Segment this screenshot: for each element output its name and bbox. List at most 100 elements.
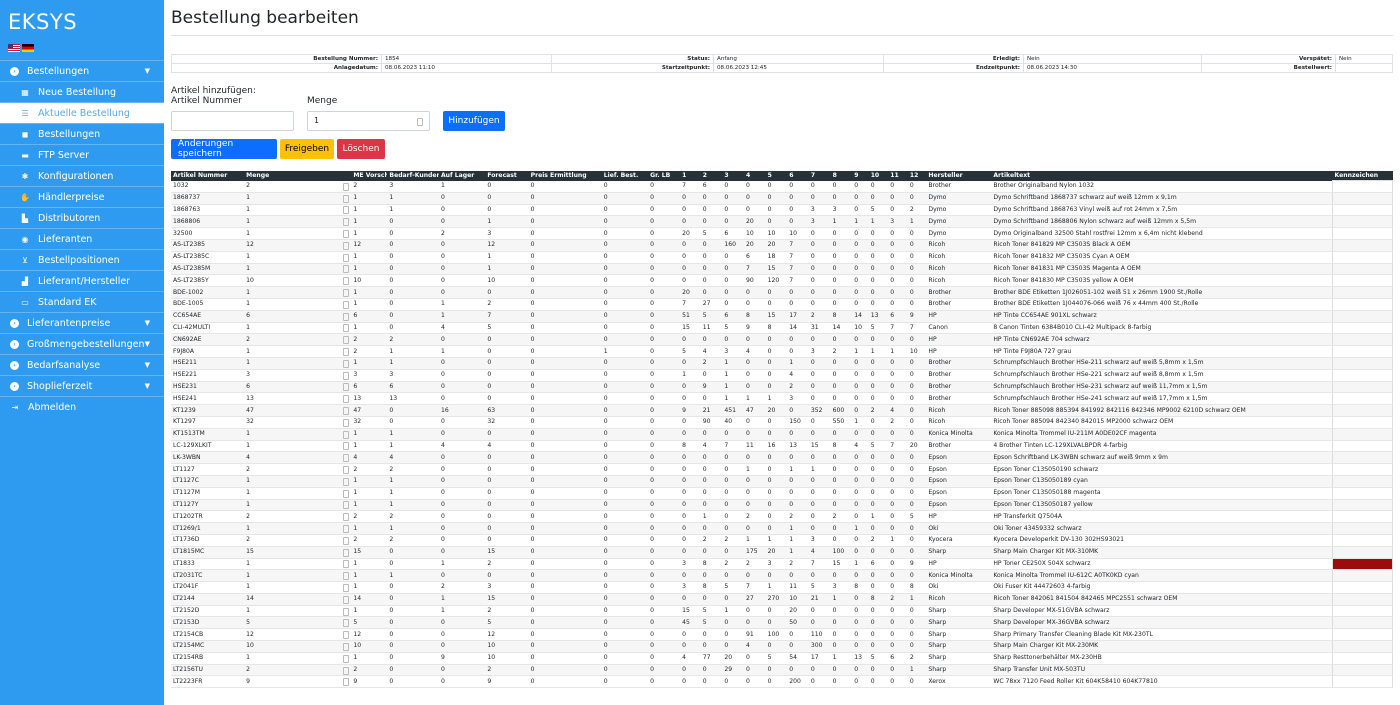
quantity-stepper-cell[interactable] (326, 640, 352, 653)
quantity-cell[interactable]: 2 (244, 664, 327, 677)
table-row[interactable]: 1868737 1 1 1 0 0 0 0 0 0 0 0 0 0 0 0 0 0 0 0 0 Dymo Dymo Schr… (171, 191, 1393, 205)
quantity-stepper-cell[interactable] (326, 652, 352, 665)
delete-button[interactable]: Löschen (337, 139, 385, 159)
stepper-icon[interactable] (343, 572, 350, 581)
quantity-stepper-cell[interactable] (326, 451, 352, 465)
quantity-stepper-cell[interactable] (326, 310, 352, 323)
quantity-cell[interactable]: 12 (244, 239, 327, 252)
stepper-icon[interactable] (343, 560, 350, 569)
column-header[interactable]: Artikel Nummer (171, 171, 245, 181)
table-row[interactable]: LT1833 1 1 0 1 2 0 0 0 3 8 2 2 3 2 7 15 1 6 0 9 HP HP Toner CE… (171, 557, 1393, 571)
quantity-stepper-cell[interactable] (326, 546, 352, 559)
stepper-icon[interactable] (343, 513, 350, 522)
stepper-icon[interactable] (343, 289, 350, 298)
quantity-cell[interactable]: 4 (244, 451, 327, 465)
quantity-cell[interactable]: 15 (244, 546, 327, 559)
table-row[interactable]: CC654AE 6 6 0 1 7 0 0 0 51 5 6 8 15 17 2 8 14 13 6 9 HP HP Tin… (171, 309, 1393, 323)
column-header[interactable]: 11 (888, 171, 908, 181)
quantity-input[interactable]: 1 (307, 111, 430, 131)
quantity-stepper-cell[interactable] (326, 286, 352, 299)
stepper-icon[interactable] (343, 466, 350, 475)
table-row[interactable]: LT2152D 1 1 0 1 2 0 0 0 15 5 1 0 0 20 0 0 0 0 0 0 Sharp Sharp … (171, 604, 1393, 618)
table-row[interactable]: LT2144 14 14 0 1 15 0 0 0 0 0 0 27 270 10 21 1 0 8 2 1 Ricoh R… (171, 592, 1393, 606)
article-number-input[interactable] (171, 111, 294, 131)
column-header[interactable]: 2 (700, 171, 723, 181)
table-row[interactable]: CN692AE 2 2 2 0 0 0 0 0 0 0 0 0 0 0 0 0 0 0 0 0 HP HP Tinte CN… (171, 333, 1393, 347)
column-header[interactable]: 4 (744, 171, 766, 181)
table-row[interactable]: LT1736D 2 2 2 0 0 0 0 0 0 2 2 1 1 1 3 0 0 2 1 0 Kyocera Kyocer… (171, 533, 1393, 547)
quantity-stepper-cell[interactable] (326, 475, 352, 488)
table-row[interactable]: BDE-1005 1 1 0 1 2 0 0 0 7 27 0 0 0 0 0 0 0 0 0 0 Brother Brot… (171, 297, 1393, 311)
quantity-stepper-cell[interactable] (326, 251, 352, 264)
stepper-icon[interactable] (343, 324, 350, 333)
quantity-cell[interactable]: 47 (244, 404, 327, 417)
quantity-stepper-cell[interactable] (326, 404, 352, 417)
stepper-icon[interactable] (343, 489, 350, 498)
column-header[interactable]: Bedarf-Kunden (387, 171, 439, 181)
stepper-icon[interactable] (343, 536, 350, 545)
quantity-stepper-cell[interactable] (326, 392, 352, 406)
sidebar-item-großmengebestellungen[interactable]: › Großmengebestellungen ▼ (0, 333, 164, 354)
sidebar-item-bestellpositionen[interactable]: ⊻ Bestellpositionen (0, 249, 164, 270)
column-header[interactable]: Auf Lager (438, 171, 486, 181)
stepper-icon[interactable] (343, 395, 350, 404)
table-row[interactable]: LT1269/1 1 1 1 0 0 0 0 0 0 0 0 0 0 1 0 0 1 0 0 0 Oki Oki Toner… (171, 522, 1393, 535)
quantity-cell[interactable]: 9 (244, 675, 327, 689)
table-row[interactable]: LT1127Y 1 1 1 0 0 0 0 0 0 0 0 0 0 0 0 0 0 0 0 0 Epson Epson To… (171, 498, 1393, 512)
quantity-stepper-cell[interactable] (326, 215, 352, 229)
quantity-cell[interactable]: 10 (244, 640, 327, 653)
quantity-cell[interactable]: 1 (244, 569, 327, 583)
app-brand[interactable]: EKSYS (0, 0, 164, 42)
stepper-icon[interactable] (343, 194, 350, 203)
sidebar-item-aktuelle-bestellung[interactable]: ☰ Aktuelle Bestellung (0, 102, 164, 123)
quantity-cell[interactable]: 1 (244, 263, 327, 276)
table-row[interactable]: 1032 2 2 3 1 0 0 0 0 7 6 0 0 0 0 0 0 0 0 0 0 Brother Brother O… (171, 180, 1393, 193)
quantity-stepper-cell[interactable] (326, 333, 352, 347)
stepper-icon[interactable] (343, 631, 350, 640)
quantity-cell[interactable]: 5 (244, 616, 327, 630)
quantity-stepper-icon[interactable] (417, 118, 423, 126)
quantity-stepper-cell[interactable] (326, 263, 352, 276)
quantity-stepper-cell[interactable] (326, 487, 352, 500)
stepper-icon[interactable] (343, 654, 350, 663)
table-row[interactable]: HSE241 13 13 13 0 0 0 0 0 0 0 1 1 1 3 0 0 0 0 0 0 Brother Schr… (171, 392, 1393, 406)
column-header[interactable]: Forecast (485, 171, 529, 181)
quantity-cell[interactable]: 32 (244, 416, 327, 429)
quantity-stepper-cell[interactable] (326, 569, 352, 583)
column-header[interactable]: Artikeltext (991, 171, 1333, 181)
table-row[interactable]: CLI-42MULTI 1 1 0 4 5 0 0 0 15 11 5 9 8 14 31 14 10 5 7 7 Can… (171, 321, 1393, 335)
table-row[interactable]: LT1127 2 2 2 0 0 0 0 0 0 0 0 1 0 1 1 0 0 0 0 0 Epson Epson Ton… (171, 463, 1393, 476)
sidebar-item-shoplieferzeit[interactable]: › Shoplieferzeit ▼ (0, 375, 164, 396)
quantity-stepper-cell[interactable] (326, 593, 352, 606)
table-row[interactable]: LK-3WBN 4 4 4 0 0 0 0 0 0 0 0 0 0 0 0 0 0 0 0 0 Epson Epson Sc… (171, 451, 1393, 465)
sidebar-item-neue-bestellung[interactable]: ▦ Neue Bestellung (0, 81, 164, 102)
quantity-cell[interactable]: 1 (244, 558, 327, 571)
stepper-icon[interactable] (343, 383, 350, 392)
table-row[interactable]: HSE211 1 1 1 0 0 0 0 0 0 2 1 0 0 1 0 0 0 0 0 0 Brother Schrump… (171, 356, 1393, 370)
quantity-cell[interactable]: 1 (244, 298, 327, 311)
column-header[interactable]: Preis Ermittlung (528, 171, 602, 181)
quantity-stepper-cell[interactable] (326, 522, 352, 535)
sidebar-item-ftp-server[interactable]: ▬ FTP Server (0, 144, 164, 165)
table-row[interactable]: HSE221 3 3 3 0 0 0 0 0 1 0 1 0 0 4 0 0 0 0 0 0 Brother Schrump… (171, 368, 1393, 382)
sidebar-item-distributoren[interactable]: ▙ Distributoren (0, 207, 164, 228)
column-header[interactable]: 8 (830, 171, 853, 181)
column-header[interactable]: 1 (680, 171, 701, 181)
quantity-cell[interactable]: 6 (244, 381, 327, 394)
table-row[interactable]: HSE231 6 6 6 0 0 0 0 0 0 9 1 0 0 2 0 0 0 0 0 0 Brother Schrump… (171, 380, 1393, 394)
stepper-icon[interactable] (343, 348, 350, 357)
quantity-cell[interactable]: 1 (244, 204, 327, 217)
quantity-cell[interactable]: 1 (244, 192, 327, 205)
stepper-icon[interactable] (343, 454, 350, 463)
quantity-stepper-cell[interactable] (326, 357, 352, 370)
release-button[interactable]: Freigeben (280, 139, 334, 159)
stepper-icon[interactable] (343, 418, 350, 427)
column-header[interactable]: ME Vorsch (351, 171, 388, 181)
sidebar-item-bestellungen[interactable]: ◼ Bestellungen (0, 123, 164, 144)
sidebar-item-abmelden[interactable]: ⇥ Abmelden (0, 396, 164, 417)
quantity-cell[interactable]: 13 (244, 392, 327, 406)
quantity-cell[interactable]: 1 (244, 475, 327, 488)
stepper-icon[interactable] (343, 501, 350, 510)
stepper-icon[interactable] (343, 336, 350, 345)
stepper-icon[interactable] (343, 595, 350, 604)
